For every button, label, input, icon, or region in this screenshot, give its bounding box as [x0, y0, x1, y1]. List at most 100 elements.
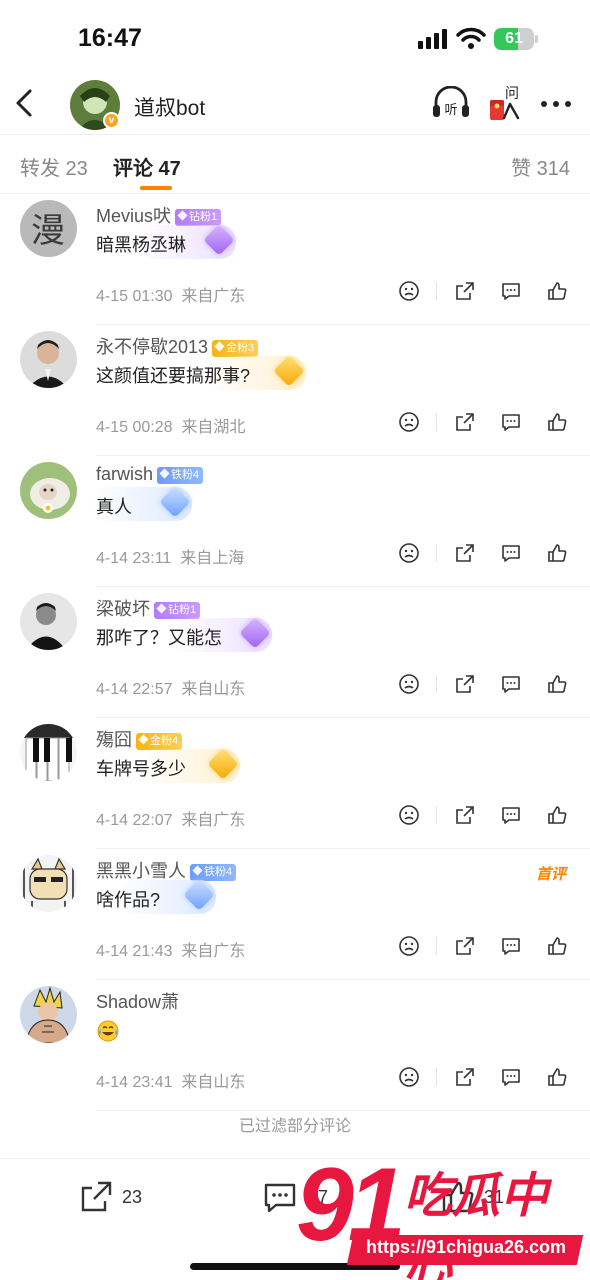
- commenter-avatar[interactable]: [20, 593, 77, 650]
- commenter-name[interactable]: farwish 铁粉4: [96, 464, 204, 485]
- reply-bubble-icon[interactable]: [500, 1066, 522, 1088]
- more-options-icon[interactable]: [540, 100, 572, 108]
- comment-meta: 4-14 22:57 来自山东: [96, 681, 246, 698]
- wifi-icon: [456, 27, 486, 49]
- comment-actions: [396, 411, 576, 435]
- comment-actions: [396, 280, 576, 304]
- dislike-face-icon[interactable]: [398, 542, 420, 564]
- comment-actions: [396, 935, 576, 959]
- fan-badge: 金粉4: [136, 733, 183, 750]
- cellular-signal-icon: [418, 29, 447, 49]
- comment-item: 漫 Mevius吠 钻粉1 暗黑杨丞琳 4-15 01:30 来自广东: [0, 194, 590, 325]
- repost-count[interactable]: 23: [122, 1187, 142, 1208]
- comment-text: 啥作品?: [96, 890, 161, 910]
- thumbs-up-icon[interactable]: [546, 673, 568, 695]
- commenter-avatar[interactable]: [20, 986, 77, 1043]
- comment-text: 车牌号多少: [96, 759, 186, 779]
- tab-repost[interactable]: 转发 23: [20, 152, 88, 181]
- verified-badge-icon: v: [103, 112, 120, 129]
- ask-label: 问: [505, 86, 519, 102]
- reply-bubble-icon[interactable]: [500, 673, 522, 695]
- share-icon[interactable]: [454, 280, 476, 302]
- fan-badge: 金粉3: [212, 340, 259, 357]
- reply-bubble-icon[interactable]: [500, 542, 522, 564]
- comment-item: 永不停歇2013 金粉3 这颜值还要搞那事? 4-15 00:28 来自湖北: [0, 325, 590, 456]
- dislike-face-icon[interactable]: [398, 804, 420, 826]
- comment-item: 黑黑小雪人 铁粉4 首评 啥作品? 4-14 21:43 来自广东: [0, 849, 590, 980]
- thumbs-up-icon[interactable]: [546, 280, 568, 302]
- thumbs-up-icon[interactable]: [546, 935, 568, 957]
- comment-text: 这颜值还要搞那事?: [96, 366, 251, 386]
- commenter-name[interactable]: Shadow萧: [96, 988, 179, 1014]
- comment-actions: [396, 804, 576, 828]
- comment-text: 真人: [96, 497, 132, 517]
- battery-percent: 61: [505, 30, 523, 47]
- laughing-crying-emoji-icon: [97, 1020, 119, 1042]
- back-arrow-icon[interactable]: [12, 88, 38, 118]
- share-icon[interactable]: [454, 1066, 476, 1088]
- repost-share-icon[interactable]: [78, 1179, 114, 1215]
- dislike-face-icon[interactable]: [398, 280, 420, 302]
- listen-headphones-icon[interactable]: 听: [432, 85, 470, 120]
- author-name[interactable]: 道叔bot: [134, 92, 205, 122]
- dislike-face-icon[interactable]: [398, 673, 420, 695]
- ask-redpacket-icon[interactable]: 问: [488, 84, 524, 122]
- comment-actions: [396, 673, 576, 697]
- commenter-avatar[interactable]: [20, 331, 77, 388]
- dislike-face-icon[interactable]: [398, 1066, 420, 1088]
- status-time: 16:47: [78, 24, 142, 52]
- comment-meta: 4-14 23:41 来自山东: [96, 1074, 246, 1091]
- watermark-logo: 91 吃瓜中心 https://91chigua26.com: [296, 1150, 586, 1280]
- dislike-face-icon[interactable]: [398, 935, 420, 957]
- reply-bubble-icon[interactable]: [500, 280, 522, 302]
- comment-item: 殤囧 金粉4 车牌号多少 4-14 22:07 来自广东: [0, 718, 590, 849]
- thumbs-up-icon[interactable]: [546, 542, 568, 564]
- commenter-avatar[interactable]: [20, 855, 77, 912]
- comment-text: 那咋了？又能怎: [96, 628, 222, 648]
- fan-badge: 钻粉1: [175, 209, 222, 226]
- listen-label: 听: [444, 103, 457, 118]
- fan-badge: 钻粉1: [154, 602, 201, 619]
- comment-meta: 4-14 23:11 来自上海: [96, 550, 245, 567]
- share-icon[interactable]: [454, 673, 476, 695]
- battery-indicator: 61: [494, 28, 538, 50]
- comment-meta: 4-15 00:28 来自湖北: [96, 419, 246, 436]
- thumbs-up-icon[interactable]: [546, 804, 568, 826]
- comment-item: Shadow萧 4-14 23:41 来自山东: [0, 980, 590, 1111]
- comment-list: 漫 Mevius吠 钻粉1 暗黑杨丞琳 4-15 01:30 来自广东 永不停歇2…: [0, 194, 590, 1111]
- comment-meta: 4-15 01:30 来自广东: [96, 288, 246, 305]
- comment-bubble-icon[interactable]: [262, 1181, 298, 1215]
- share-icon[interactable]: [454, 542, 476, 564]
- comment-item: 梁破坏 钻粉1 那咋了？又能怎 4-14 22:57 来自山东: [0, 587, 590, 718]
- commenter-avatar[interactable]: [20, 462, 77, 519]
- fan-badge: 铁粉4: [157, 467, 204, 484]
- reply-bubble-icon[interactable]: [500, 935, 522, 957]
- reply-bubble-icon[interactable]: [500, 411, 522, 433]
- status-bar: 16:47 61: [0, 0, 590, 70]
- tab-likes[interactable]: 赞 314: [511, 152, 570, 181]
- comment-meta: 4-14 22:07 来自广东: [96, 812, 246, 829]
- comment-actions: [396, 1066, 576, 1090]
- fan-badge: 铁粉4: [190, 864, 237, 881]
- thumbs-up-icon[interactable]: [546, 411, 568, 433]
- reply-bubble-icon[interactable]: [500, 804, 522, 826]
- filtered-comments-note: 已过滤部分评论: [238, 1118, 351, 1135]
- commenter-name[interactable]: 梁破坏 钻粉1: [96, 595, 201, 621]
- watermark-url: https://91chigua26.com: [365, 1237, 567, 1257]
- tabs-bar: 转发 23 评论 47 赞 314: [0, 136, 590, 194]
- comment-text: 暗黑杨丞琳: [96, 235, 186, 255]
- dislike-face-icon[interactable]: [398, 411, 420, 433]
- comment-item: farwish 铁粉4 真人 4-14 23:11 来自上海: [0, 456, 590, 587]
- thumbs-up-icon[interactable]: [546, 1066, 568, 1088]
- first-comment-tag: 首评: [535, 866, 566, 883]
- tab-comments[interactable]: 评论 47: [113, 152, 181, 181]
- share-icon[interactable]: [454, 411, 476, 433]
- share-icon[interactable]: [454, 804, 476, 826]
- share-icon[interactable]: [454, 935, 476, 957]
- svg-text:漫: 漫: [31, 211, 65, 251]
- comment-actions: [396, 542, 576, 566]
- commenter-avatar[interactable]: [20, 724, 77, 781]
- commenter-avatar[interactable]: 漫: [20, 200, 77, 257]
- active-tab-indicator: [140, 186, 172, 190]
- nav-bar: v 道叔bot 听 问: [0, 70, 590, 135]
